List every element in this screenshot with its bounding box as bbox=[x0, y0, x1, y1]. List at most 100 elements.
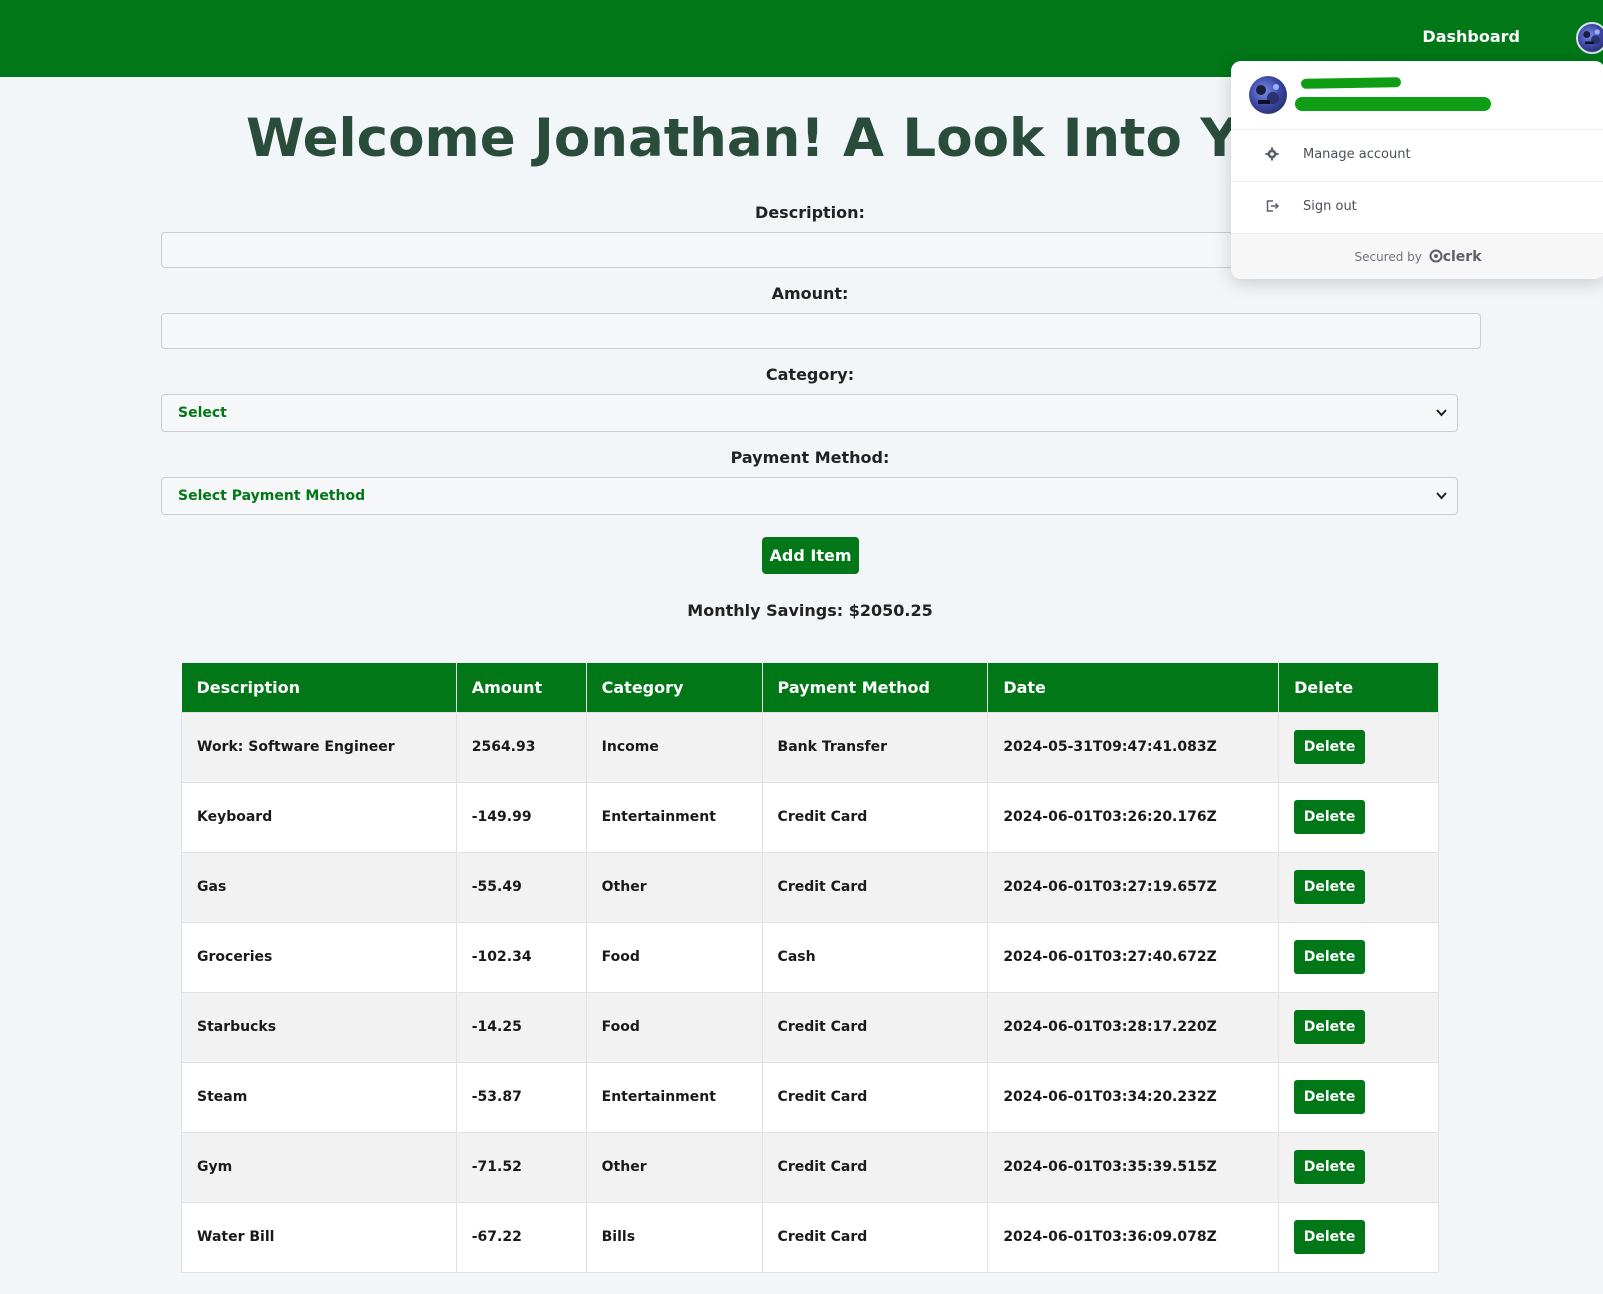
cell-category: Food bbox=[585, 921, 763, 993]
cell-date: 2024-05-31T09:47:41.083Z bbox=[987, 711, 1280, 783]
table-row: Work: Software Engineer 2564.93 Income B… bbox=[181, 711, 1439, 783]
monthly-savings: Monthly Savings: $2050.25 bbox=[687, 601, 933, 620]
sign-out-icon bbox=[1266, 200, 1280, 212]
cell-amount: -55.49 bbox=[455, 851, 587, 923]
amount-label: Amount: bbox=[771, 284, 849, 303]
cell-delete: Delete bbox=[1278, 991, 1439, 1063]
clerk-logo-icon bbox=[1429, 249, 1443, 263]
redacted-email bbox=[1295, 97, 1491, 111]
manage-account-item[interactable]: Manage account bbox=[1231, 130, 1603, 182]
delete-button[interactable]: Delete bbox=[1294, 940, 1366, 974]
cell-amount: -102.34 bbox=[455, 921, 587, 993]
cell-description: Gym bbox=[181, 1131, 457, 1203]
cell-category: Income bbox=[585, 711, 763, 783]
redacted-name bbox=[1300, 77, 1402, 89]
table-row: Starbucks -14.25 Food Credit Card 2024-0… bbox=[181, 991, 1439, 1063]
category-select-value: Select bbox=[178, 405, 227, 421]
secured-by-text: Secured by bbox=[1354, 250, 1422, 264]
cell-date: 2024-06-01T03:27:40.672Z bbox=[987, 921, 1280, 993]
table-header-row: Description Amount Category Payment Meth… bbox=[181, 663, 1439, 712]
user-avatar-button[interactable] bbox=[1576, 22, 1603, 54]
column-header-payment-method: Payment Method bbox=[762, 663, 989, 712]
cell-delete: Delete bbox=[1278, 1061, 1439, 1133]
cell-payment-method: Credit Card bbox=[761, 1061, 989, 1133]
cell-category: Other bbox=[585, 851, 763, 923]
cell-amount: 2564.93 bbox=[455, 711, 587, 783]
cell-description: Gas bbox=[181, 851, 457, 923]
secured-by-footer: Secured by clerk bbox=[1231, 234, 1603, 279]
add-item-button[interactable]: Add Item bbox=[762, 537, 859, 574]
transactions-table: Description Amount Category Payment Meth… bbox=[181, 663, 1439, 1273]
payment-method-select[interactable]: Select Payment Method bbox=[161, 477, 1458, 515]
cell-description: Starbucks bbox=[181, 991, 457, 1063]
cell-payment-method: Credit Card bbox=[761, 851, 989, 923]
table-row: Steam -53.87 Entertainment Credit Card 2… bbox=[181, 1061, 1439, 1133]
payment-method-label: Payment Method: bbox=[730, 448, 890, 467]
cell-delete: Delete bbox=[1278, 1131, 1439, 1203]
delete-button[interactable]: Delete bbox=[1294, 800, 1366, 834]
user-menu-header bbox=[1231, 61, 1603, 130]
chevron-down-icon bbox=[1436, 478, 1447, 528]
amount-input[interactable] bbox=[161, 313, 1481, 349]
dashboard-link[interactable]: Dashboard bbox=[1422, 27, 1520, 46]
cell-payment-method: Credit Card bbox=[761, 1201, 989, 1273]
category-select[interactable]: Select bbox=[161, 394, 1458, 432]
cell-category: Entertainment bbox=[585, 781, 763, 853]
cell-date: 2024-06-01T03:34:20.232Z bbox=[987, 1061, 1280, 1133]
gear-icon bbox=[1265, 147, 1279, 161]
column-header-amount: Amount bbox=[456, 663, 587, 712]
cell-date: 2024-06-01T03:28:17.220Z bbox=[987, 991, 1280, 1063]
column-header-description: Description bbox=[181, 663, 457, 712]
cell-payment-method: Bank Transfer bbox=[761, 711, 989, 783]
table-row: Groceries -102.34 Food Cash 2024-06-01T0… bbox=[181, 921, 1439, 993]
table-row: Gas -55.49 Other Credit Card 2024-06-01T… bbox=[181, 851, 1439, 923]
column-header-category: Category bbox=[586, 663, 763, 712]
cell-amount: -14.25 bbox=[455, 991, 587, 1063]
cell-payment-method: Credit Card bbox=[761, 991, 989, 1063]
delete-button[interactable]: Delete bbox=[1294, 730, 1366, 764]
cell-description: Work: Software Engineer bbox=[181, 711, 457, 783]
cell-delete: Delete bbox=[1278, 1201, 1439, 1273]
column-header-date: Date bbox=[987, 663, 1280, 712]
cell-delete: Delete bbox=[1278, 711, 1439, 783]
cell-amount: -67.22 bbox=[455, 1201, 587, 1273]
cell-date: 2024-06-01T03:26:20.176Z bbox=[987, 781, 1280, 853]
cell-description: Groceries bbox=[181, 921, 457, 993]
delete-button[interactable]: Delete bbox=[1294, 1220, 1366, 1254]
user-menu-popover: Manage account Sign out Secured by clerk bbox=[1231, 61, 1603, 279]
cell-description: Keyboard bbox=[181, 781, 457, 853]
cell-payment-method: Cash bbox=[761, 921, 989, 993]
cell-date: 2024-06-01T03:36:09.078Z bbox=[987, 1201, 1280, 1273]
cell-delete: Delete bbox=[1278, 851, 1439, 923]
table-row: Keyboard -149.99 Entertainment Credit Ca… bbox=[181, 781, 1439, 853]
cell-date: 2024-06-01T03:35:39.515Z bbox=[987, 1131, 1280, 1203]
delete-button[interactable]: Delete bbox=[1294, 1080, 1366, 1114]
delete-button[interactable]: Delete bbox=[1294, 1150, 1366, 1184]
cell-amount: -71.52 bbox=[455, 1131, 587, 1203]
cell-delete: Delete bbox=[1278, 781, 1439, 853]
avatar-image bbox=[1583, 29, 1600, 45]
cell-category: Entertainment bbox=[585, 1061, 763, 1133]
cell-description: Water Bill bbox=[181, 1201, 457, 1273]
delete-button[interactable]: Delete bbox=[1294, 870, 1366, 904]
column-header-delete: Delete bbox=[1278, 663, 1439, 712]
cell-payment-method: Credit Card bbox=[761, 1131, 989, 1203]
cell-delete: Delete bbox=[1278, 921, 1439, 993]
category-label: Category: bbox=[765, 365, 855, 384]
cell-category: Bills bbox=[585, 1201, 763, 1273]
cell-amount: -149.99 bbox=[455, 781, 587, 853]
payment-method-select-value: Select Payment Method bbox=[178, 488, 366, 504]
cell-category: Food bbox=[585, 991, 763, 1063]
cell-description: Steam bbox=[181, 1061, 457, 1133]
clerk-brand: clerk bbox=[1442, 249, 1482, 265]
sign-out-label: Sign out bbox=[1303, 199, 1357, 214]
table-row: Gym -71.52 Other Credit Card 2024-06-01T… bbox=[181, 1131, 1439, 1203]
table-row: Water Bill -67.22 Bills Credit Card 2024… bbox=[181, 1201, 1439, 1273]
delete-button[interactable]: Delete bbox=[1294, 1010, 1366, 1044]
cell-date: 2024-06-01T03:27:19.657Z bbox=[987, 851, 1280, 923]
manage-account-label: Manage account bbox=[1303, 147, 1411, 162]
sign-out-item[interactable]: Sign out bbox=[1231, 182, 1603, 234]
chevron-down-icon bbox=[1436, 395, 1447, 445]
cell-payment-method: Credit Card bbox=[761, 781, 989, 853]
cell-category: Other bbox=[585, 1131, 763, 1203]
